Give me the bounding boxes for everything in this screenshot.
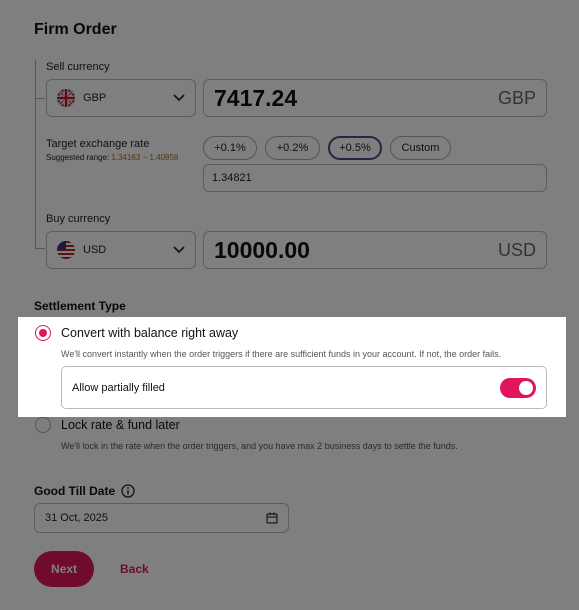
option-convert-balance-description: We'll convert instantly when the order t…: [61, 349, 502, 359]
sell-currency-label: Sell currency: [46, 61, 110, 73]
next-button[interactable]: Next: [34, 551, 94, 587]
suggested-range-value: 1.34163 ~ 1.40858: [111, 153, 179, 162]
rate-chip-0.2[interactable]: +0.2%: [265, 136, 320, 160]
target-rate-label: Target exchange rate: [46, 138, 150, 150]
rate-chip-custom[interactable]: Custom: [390, 136, 451, 160]
buy-currency-code: USD: [83, 244, 107, 256]
good-till-date-input[interactable]: 31 Oct, 2025: [34, 503, 289, 533]
good-till-date-heading: Good Till Date: [34, 484, 135, 498]
settlement-type-title: Settlement Type: [34, 299, 126, 313]
uk-flag-icon: [57, 89, 75, 107]
chevron-down-icon: [173, 94, 185, 102]
good-till-date-value: 31 Oct, 2025: [45, 512, 108, 524]
buy-amount-value: 10000.00: [214, 236, 310, 263]
currency-bracket: [35, 60, 36, 248]
buy-currency-label: Buy currency: [46, 213, 111, 225]
suggested-range-prefix: Suggested range:: [46, 153, 110, 162]
option-convert-balance-label[interactable]: Convert with balance right away: [61, 326, 238, 340]
buy-amount-currency: USD: [497, 239, 536, 260]
sell-amount-value: 7417.24: [214, 84, 298, 111]
sell-amount-currency: GBP: [497, 87, 536, 108]
buy-amount-input[interactable]: 10000.00 USD: [203, 231, 547, 269]
good-till-date-title: Good Till Date: [34, 484, 116, 498]
page-title: Firm Order: [34, 21, 117, 38]
suggested-range: Suggested range: 1.34163 ~ 1.40858: [46, 153, 178, 162]
highlight-convert-option: Convert with balance right away We'll co…: [18, 317, 566, 417]
option-lock-rate-label[interactable]: Lock rate & fund later: [61, 418, 180, 432]
option-lock-rate-description: We'll lock in the rate when the order tr…: [61, 441, 458, 451]
calendar-icon[interactable]: [266, 512, 278, 524]
rate-chip-0.1[interactable]: +0.1%: [203, 136, 257, 160]
info-icon[interactable]: [121, 484, 135, 498]
us-flag-icon: [57, 241, 75, 259]
radio-convert-balance[interactable]: [35, 325, 51, 341]
allow-partial-fill-label: Allow partially filled: [72, 381, 165, 394]
bracket-tick: [35, 98, 45, 99]
firm-order-page: Firm Order Sell currency GBP 7417.24 GBP…: [0, 0, 579, 610]
sell-currency-code: GBP: [83, 92, 107, 104]
back-button[interactable]: Back: [120, 562, 149, 576]
bracket-tick: [35, 248, 45, 249]
chevron-down-icon: [173, 246, 185, 254]
allow-partial-fill-toggle[interactable]: [500, 377, 536, 398]
rate-input-value: 1.34821: [212, 172, 252, 184]
rate-chip-0.5[interactable]: +0.5%: [328, 136, 382, 160]
sell-amount-input[interactable]: 7417.24 GBP: [203, 79, 547, 117]
buy-currency-select[interactable]: USD: [46, 231, 196, 269]
sell-currency-select[interactable]: GBP: [46, 79, 196, 117]
rate-input[interactable]: 1.34821: [203, 164, 547, 192]
radio-lock-rate[interactable]: [35, 417, 51, 433]
allow-partial-fill-box: Allow partially filled: [61, 366, 547, 409]
